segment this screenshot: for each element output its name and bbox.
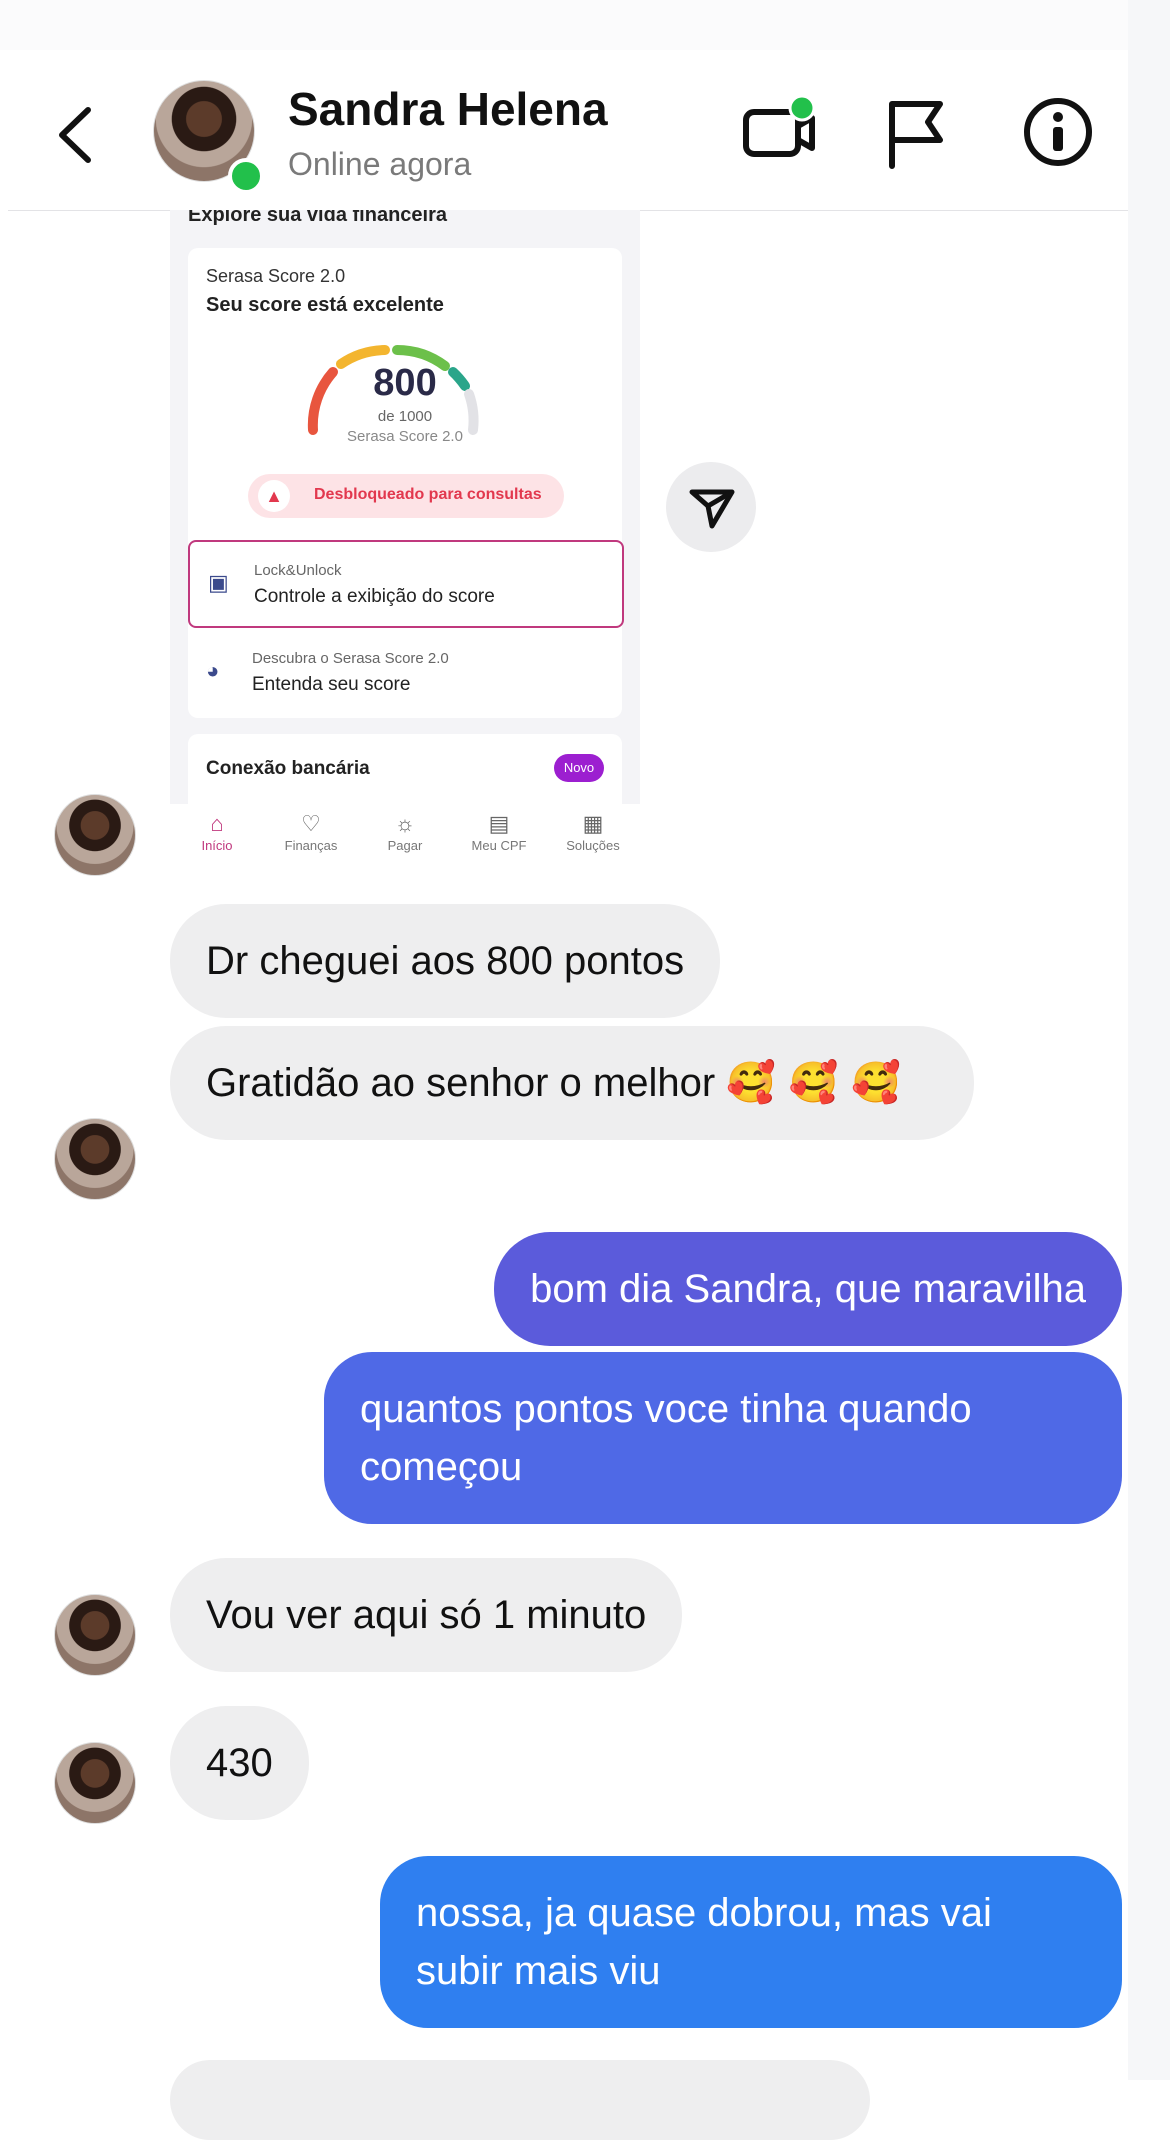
tab-solucoes: ▦ Soluções xyxy=(546,810,640,853)
id-search-icon: ▤ xyxy=(488,811,510,836)
score-value: 800 xyxy=(373,362,437,404)
tab-label: Soluções xyxy=(566,838,620,853)
message-text: 430 xyxy=(206,1741,273,1785)
video-call-button[interactable] xyxy=(738,92,818,172)
lock-icon: ▣ xyxy=(208,570,229,595)
message-bubble[interactable]: Gratidão ao senhor o melhor 🥰 🥰 🥰 xyxy=(170,1026,974,1140)
message-bubble[interactable]: 430 xyxy=(170,1706,309,1820)
message-bubble[interactable]: quantos pontos voce tinha quando começou xyxy=(324,1352,1122,1524)
lock-small: Lock&Unlock xyxy=(254,562,342,579)
tab-inicio: ⌂ Início xyxy=(170,810,264,853)
info-icon xyxy=(1024,98,1092,166)
tab-financas: ♡ Finanças xyxy=(264,810,358,853)
message-bubble[interactable]: bom dia Sandra, que maravilha xyxy=(494,1232,1122,1346)
contact-status: Online agora xyxy=(288,146,472,182)
lock-main: Controle a exibição do score xyxy=(254,586,495,607)
message-text: Dr cheguei aos 800 pontos xyxy=(206,939,685,983)
forward-button[interactable] xyxy=(666,462,756,552)
back-button[interactable] xyxy=(48,100,108,170)
unlock-status: ▲ Desbloqueado para consultas xyxy=(248,474,564,518)
message-text: bom dia Sandra, que maravilha xyxy=(530,1267,1086,1311)
message-bubble[interactable]: nossa, ja quase dobrou, mas vai subir ma… xyxy=(380,1856,1122,2028)
video-call-icon xyxy=(743,94,816,157)
speedometer-icon: ◕ xyxy=(206,658,220,683)
avatar[interactable] xyxy=(54,1742,136,1824)
score-heading: Seu score está excelente xyxy=(206,294,444,316)
pay-icon: ☼ xyxy=(394,811,416,836)
flag-icon xyxy=(889,101,943,169)
report-button[interactable] xyxy=(878,92,958,172)
status-bar-area xyxy=(0,0,1128,50)
tab-meu-cpf: ▤ Meu CPF xyxy=(452,810,546,853)
lock-open-icon: ▲ xyxy=(258,480,290,512)
heart-money-icon: ♡ xyxy=(301,811,321,836)
tab-label: Finanças xyxy=(284,838,338,853)
online-indicator xyxy=(228,158,264,194)
shot-tabbar: ⌂ Início ♡ Finanças ☼ Pagar ▤ Meu CPF ▦ … xyxy=(170,804,640,860)
discover-small: Descubra o Serasa Score 2.0 xyxy=(252,650,449,667)
bank-title: Conexão bancária xyxy=(206,758,370,779)
message-text: nossa, ja quase dobrou, mas vai subir ma… xyxy=(416,1891,992,1993)
message-bubble[interactable]: Vou ver aqui só 1 minuto xyxy=(170,1558,683,1672)
emoji-hearts: 🥰 🥰 🥰 xyxy=(726,1060,902,1106)
shot-section-title: Explore sua vida financeira xyxy=(188,210,447,226)
bank-connection-card: Conexão bancária Novo xyxy=(188,734,622,814)
score-label: Serasa Score 2.0 xyxy=(206,266,346,286)
tab-pagar: ☼ Pagar xyxy=(358,810,452,853)
tab-label: Pagar xyxy=(387,838,423,853)
message-bubble[interactable]: Dr cheguei aos 800 pontos xyxy=(170,904,721,1018)
avatar[interactable] xyxy=(54,794,136,876)
home-icon: ⌂ xyxy=(210,811,224,836)
tab-label: Meu CPF xyxy=(471,838,527,853)
discover-main: Entenda seu score xyxy=(252,674,411,695)
grid-icon: ▦ xyxy=(582,811,604,836)
score-sub: Serasa Score 2.0 xyxy=(347,428,463,445)
message-bubble-partial[interactable] xyxy=(170,2060,870,2140)
contact-avatar[interactable] xyxy=(153,80,264,194)
message-text: Gratidão ao senhor o melhor xyxy=(206,1061,716,1105)
back-icon xyxy=(59,107,91,163)
new-badge: Novo xyxy=(554,754,604,782)
tab-label: Início xyxy=(201,838,233,853)
avatar[interactable] xyxy=(54,1118,136,1200)
shared-image[interactable]: Explore sua vida financeira Serasa Score… xyxy=(170,210,640,860)
message-text: quantos pontos voce tinha quando começou xyxy=(360,1387,972,1489)
info-button[interactable] xyxy=(1018,92,1098,172)
contact-name[interactable]: Sandra Helena xyxy=(288,82,608,136)
scroll-gutter xyxy=(1128,0,1170,2080)
lock-unlock-row: ▣ Lock&Unlock Controle a exibição do sco… xyxy=(188,540,624,628)
score-card: Serasa Score 2.0 Seu score está excelent… xyxy=(188,248,624,718)
score-of: de 1000 xyxy=(377,408,433,425)
discover-row: ◕ Descubra o Serasa Score 2.0 Entenda se… xyxy=(188,630,622,718)
unlock-text: Desbloqueado para consultas xyxy=(314,486,542,503)
message-text: Vou ver aqui só 1 minuto xyxy=(206,1593,647,1637)
send-icon xyxy=(689,489,735,529)
chat-header: Sandra Helena Online agora xyxy=(8,50,1128,211)
avatar[interactable] xyxy=(54,1594,136,1676)
